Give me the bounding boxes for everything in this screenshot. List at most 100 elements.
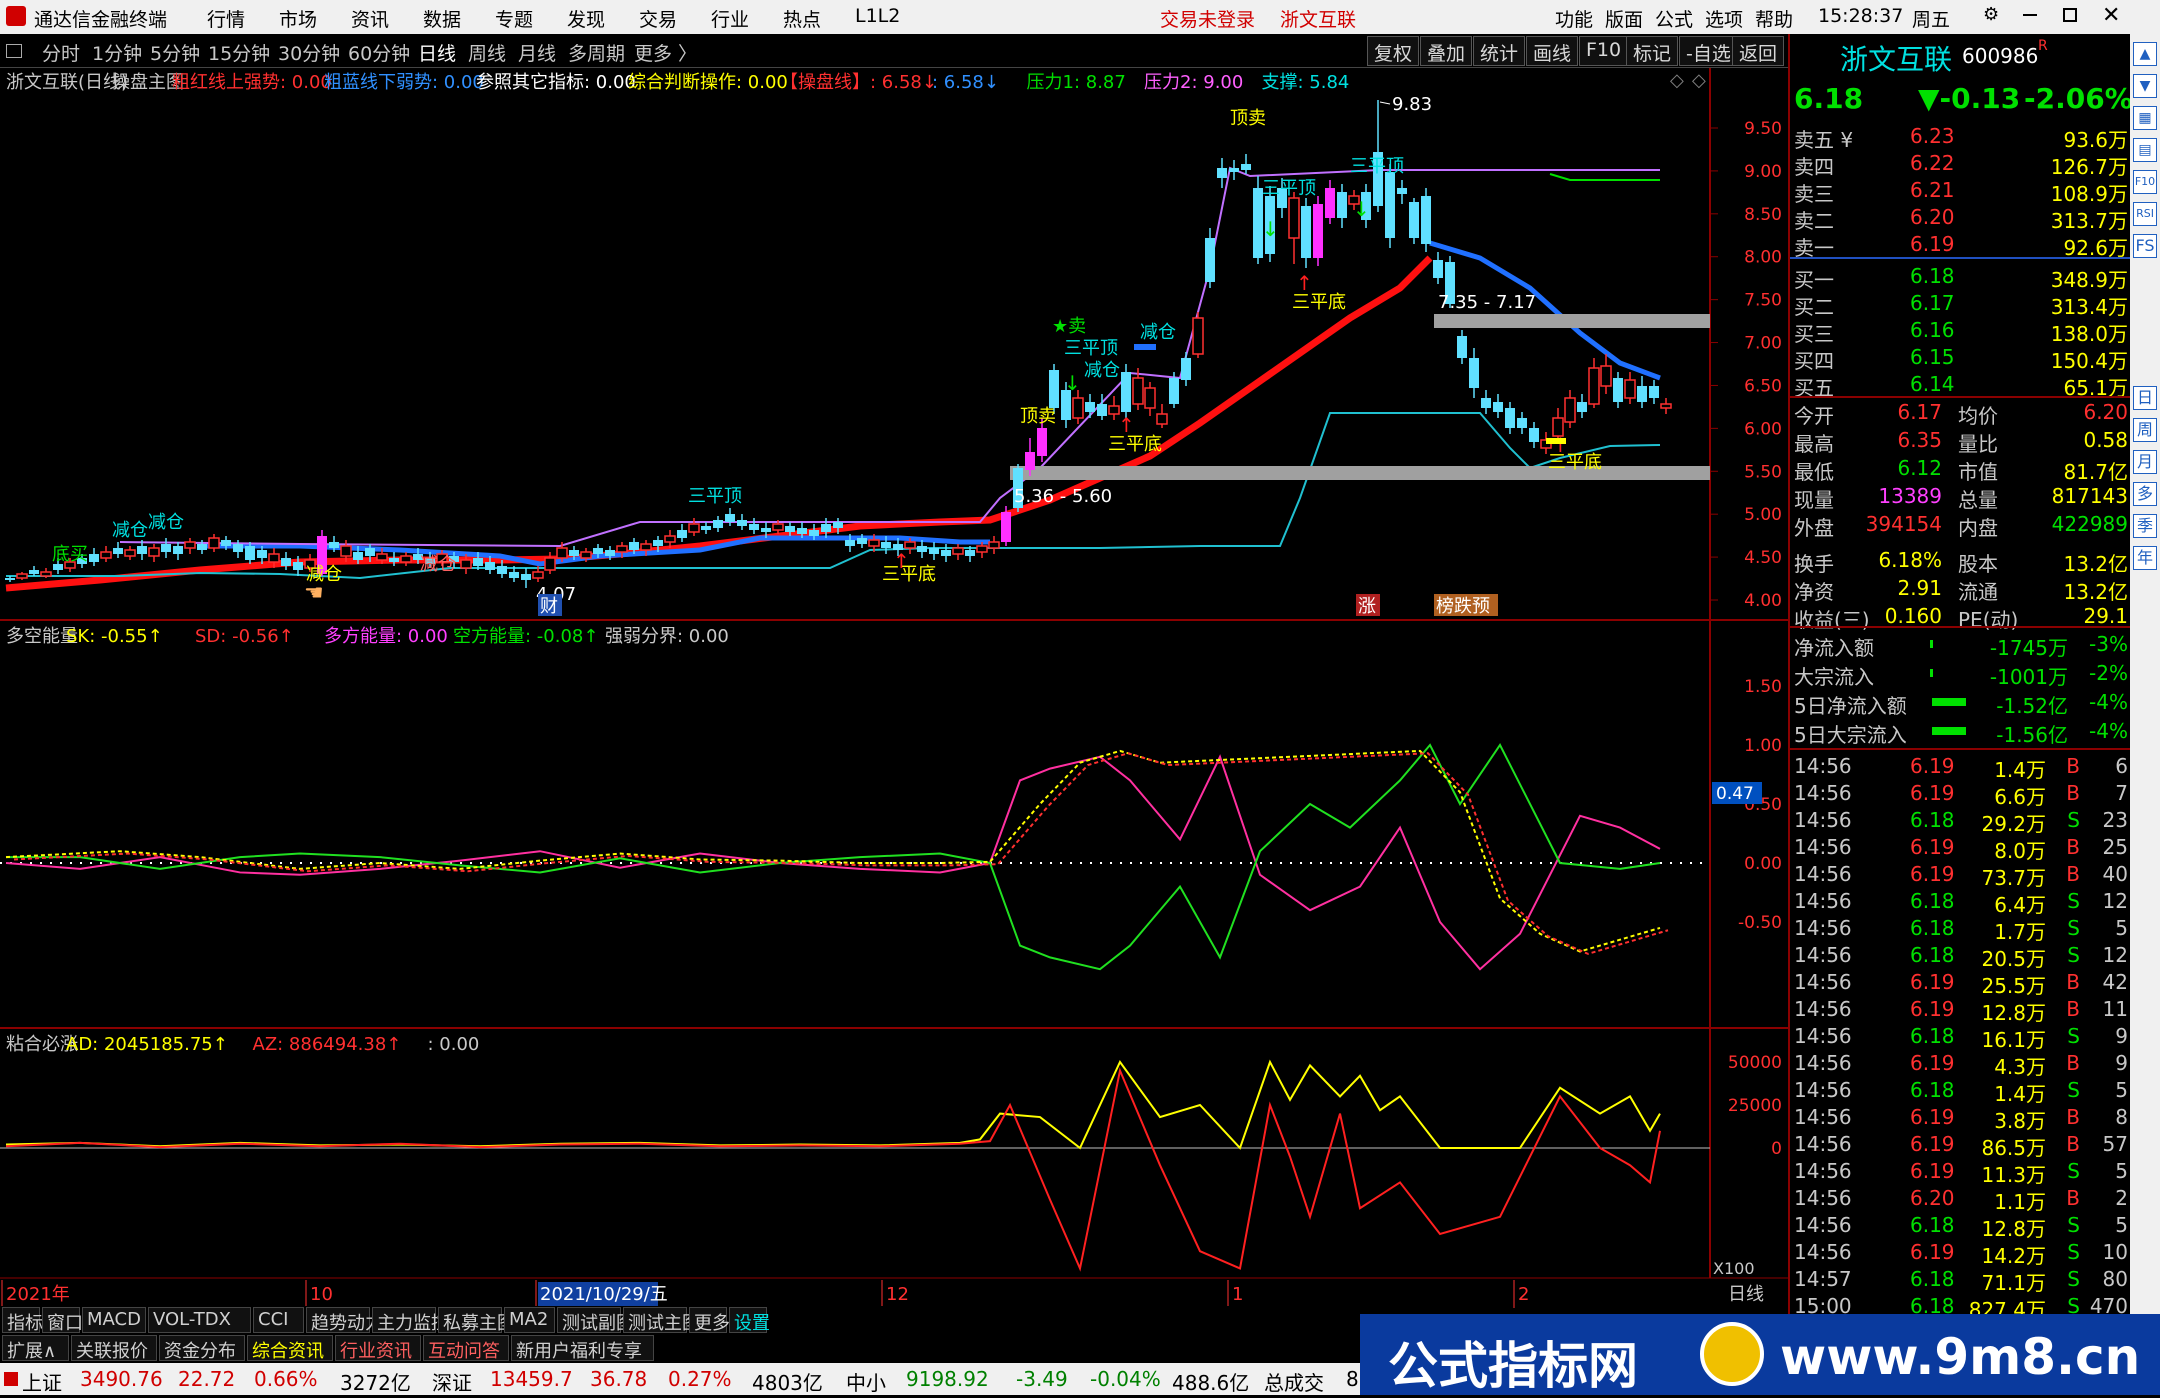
down-arrow-icon[interactable]: ▼ [2133,74,2157,98]
fuquan-button[interactable]: 复权 [1367,36,1420,66]
period-1min[interactable]: 1分钟 [92,39,142,66]
indicator-tab-5[interactable]: 趋势动力 [306,1307,383,1334]
period-weekly[interactable]: 周线 [468,39,506,66]
period-timeshare[interactable]: 分时 [42,39,80,66]
strip-item-多[interactable]: 多 [2133,482,2157,506]
f10-button[interactable]: F10 [1579,36,1629,66]
ask-row-1[interactable]: 卖四 6.22 126.7万 [1790,149,2132,179]
strip-item-日[interactable]: 日 [2133,386,2157,410]
bid-row-1[interactable]: 买二 6.17 313.4万 [1790,289,2132,319]
menu-hq[interactable]: 行情 [207,5,245,32]
menu-trade[interactable]: 交易 [639,5,677,32]
strip-item-F10[interactable]: F10 [2133,170,2157,194]
info-tab-2[interactable]: 资金分布 [159,1335,245,1362]
menu-discover[interactable]: 发现 [567,5,605,32]
draw-button[interactable]: 画线 [1526,36,1579,66]
info-tab-0[interactable]: 扩展∧ [2,1335,69,1362]
down-arrow-icon: ↓ [1064,371,1081,395]
menu-industry[interactable]: 行业 [711,5,749,32]
period-5min[interactable]: 5分钟 [150,39,200,66]
strip-item-季[interactable]: 季 [2133,514,2157,538]
ask-row-4[interactable]: 卖一 6.19 92.6万 [1790,230,2132,260]
sidebar-toggle-icon[interactable] [6,44,22,58]
bottom-badge-0[interactable]: 财 [540,596,558,617]
info-tab-1[interactable]: 关联报价 [71,1335,157,1362]
chart-icon[interactable]: ▤ [2133,138,2157,162]
indicator-tab-9[interactable]: 测试副图 [557,1307,634,1334]
minimize-icon[interactable] [2023,14,2037,16]
ask-row-0[interactable]: 卖五 ¥6.23 93.6万 [1790,122,2132,152]
period-30min[interactable]: 30分钟 [278,39,340,66]
menu-market[interactable]: 市场 [279,5,317,32]
candle-body [749,524,759,530]
info-tab-3[interactable]: 综合资讯 [247,1335,333,1362]
menu-news[interactable]: 资讯 [351,5,389,32]
tick-count: 11 [2102,997,2128,1021]
period-more[interactable]: 更多 〉 [634,39,697,66]
flow-label: 大宗流入 [1794,665,1874,689]
menu-func[interactable]: 功能 [1555,5,1593,32]
close-icon[interactable]: ✕ [2102,3,2120,28]
strip-item-FS[interactable]: FS [2133,234,2157,258]
strip-item-月[interactable]: 月 [2133,450,2157,474]
tick-price: 6.19 [1910,1159,1955,1183]
indicator-tab-8[interactable]: MA2 [504,1307,555,1333]
menu-hot[interactable]: 热点 [783,5,821,32]
menu-layout[interactable]: 版面 [1605,5,1643,32]
high-price-label: 9.83 [1392,94,1432,115]
bid-row-2[interactable]: 买三 6.16 138.0万 [1790,316,2132,346]
candle-body [941,550,951,556]
menu-topics[interactable]: 专题 [495,5,533,32]
bid-row-3[interactable]: 买四 6.15 150.4万 [1790,343,2132,373]
strip-item-年[interactable]: 年 [2133,546,2157,570]
indicator-tab-4[interactable]: CCI [253,1307,304,1333]
self-select-button[interactable]: -自选 [1679,36,1738,66]
expand-icon[interactable]: ◇ [1692,70,1706,91]
collapse-icon[interactable]: ◇ [1670,70,1684,91]
ask-row-2[interactable]: 卖三 6.21 108.9万 [1790,176,2132,206]
menu-data[interactable]: 数据 [423,5,461,32]
candle-body [40,571,52,577]
indicator-tab-6[interactable]: 主力监控 [372,1307,449,1334]
strip-item-RSI[interactable]: RSI [2133,202,2157,226]
bottom-badge-2[interactable]: 榜跌预 [1436,596,1490,617]
strip-item-周[interactable]: 周 [2133,418,2157,442]
stats-button[interactable]: 统计 [1473,36,1526,66]
period-daily[interactable]: 日线 [418,39,456,66]
indicator-tab-11[interactable]: 更多 [689,1307,730,1334]
tick-side: B [2066,835,2080,859]
menu-options[interactable]: 选项 [1705,5,1743,32]
mark-button[interactable]: 标记 [1626,36,1679,66]
period-60min[interactable]: 60分钟 [348,39,410,66]
period-15min[interactable]: 15分钟 [208,39,270,66]
bid-row-0[interactable]: 买一 6.18 348.9万 [1790,262,2132,292]
grid-icon[interactable]: ▦ [2133,106,2157,130]
info-tab-6[interactable]: 新用户福利专享 [511,1335,654,1362]
info-tab-4[interactable]: 行业资讯 [335,1335,421,1362]
indicator-tab-3[interactable]: VOL-TDX [148,1307,251,1333]
login-status[interactable]: 交易未登录 [1160,5,1255,32]
indicator-tab-7[interactable]: 私募主图 [438,1307,515,1334]
menu-l1l2[interactable]: L1L2 [855,5,900,27]
ask-row-3[interactable]: 卖二 6.20 313.7万 [1790,203,2132,233]
kline-chart-area[interactable]: 浙文互联(日线) 操盘主图 粗红线上强势: 0.00 粗蓝线下弱势: 0.00 参照其它… [0,68,1788,1310]
settings-gear-icon[interactable]: ⚙ [1983,4,1999,25]
indicator-tab-12[interactable]: 设置 [729,1307,770,1334]
up-arrow-icon[interactable]: ▲ [2133,42,2157,66]
indicator-tab-0[interactable]: 指标 [2,1307,43,1334]
indicator-tab-10[interactable]: 测试主图 [623,1307,700,1334]
tick-price: 6.19 [1910,970,1955,994]
bid-row-4[interactable]: 买五 6.14 65.1万 [1790,370,2132,400]
bottom-badge-1[interactable]: 涨 [1358,596,1376,617]
period-monthly[interactable]: 月线 [518,39,556,66]
indicator-tab-2[interactable]: MACD [82,1307,146,1333]
back-button[interactable]: 返回 [1732,36,1785,66]
overlay-button[interactable]: 叠加 [1420,36,1473,66]
info-tab-5[interactable]: 互动问答 [423,1335,509,1362]
candle-body [257,550,267,558]
menu-help[interactable]: 帮助 [1755,5,1793,32]
indicator-tab-1[interactable]: 窗口 [42,1307,83,1334]
menu-formula[interactable]: 公式 [1655,5,1693,32]
period-multi[interactable]: 多周期 [568,39,625,66]
restore-icon[interactable] [2063,8,2077,22]
